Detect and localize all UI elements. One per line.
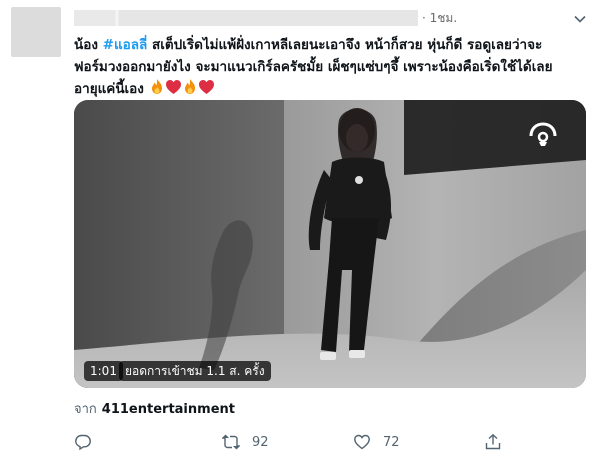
heart-outline-icon — [353, 433, 371, 451]
fire-icon — [182, 78, 198, 102]
retweet-button[interactable]: 92 — [222, 432, 269, 452]
retweet-count: 92 — [252, 434, 269, 450]
red-heart-icon — [165, 79, 182, 102]
share-icon — [484, 433, 502, 451]
like-button[interactable]: 72 — [353, 432, 400, 452]
chevron-down-icon[interactable] — [572, 12, 588, 26]
tweet: · 1ชม. น้อง #แอลลี่ สเต็ปเริ่ดไม่แพ้ฝั่ง… — [0, 0, 600, 459]
video-views: ยอดการเข้าชม 1.1 ส. ครั้ง — [119, 361, 271, 381]
video-player[interactable] — [74, 100, 586, 388]
tweet-text: น้อง #แอลลี่ สเต็ปเริ่ดไม่แพ้ฝั่งเกาหลีเ… — [74, 34, 586, 102]
like-count: 72 — [383, 434, 400, 450]
source-from-label: จาก — [74, 402, 97, 417]
reply-icon — [74, 433, 92, 451]
hashtag-link[interactable]: #แอลลี่ — [103, 37, 148, 53]
author-name-redacted — [74, 10, 418, 26]
tweet-text-line-2: ฟอร์มวงออกมายังไง จะมาแนวเกิร์ลครัชมั้ย … — [74, 59, 553, 75]
text-rest: สเต็ปเริ่ดไม่แพ้ฝั่งเกาหลีเลยนะเอาจึง หน… — [147, 37, 543, 53]
retweet-icon — [222, 433, 240, 451]
fire-icon — [149, 78, 165, 102]
red-heart-icon — [198, 79, 215, 102]
source-account-link[interactable]: 411entertainment — [102, 402, 235, 417]
video-duration: 1:01 — [84, 361, 123, 381]
share-button[interactable] — [484, 432, 502, 452]
tweet-timestamp[interactable]: · 1ชม. — [422, 10, 457, 26]
source-attribution: จาก 411entertainment — [74, 401, 235, 419]
tweet-text-line-3: อายุแค่นี้เอง — [74, 78, 586, 102]
text-line3: อายุแค่นี้เอง — [74, 81, 144, 97]
video-frame — [74, 100, 586, 388]
avatar[interactable] — [11, 7, 61, 57]
tweet-text-line-1: น้อง #แอลลี่ สเต็ปเริ่ดไม่แพ้ฝั่งเกาหลีเ… — [74, 34, 586, 56]
tweet-actions: 92 72 — [74, 432, 586, 452]
reply-button[interactable] — [74, 432, 92, 452]
text-prefix: น้อง — [74, 37, 103, 53]
